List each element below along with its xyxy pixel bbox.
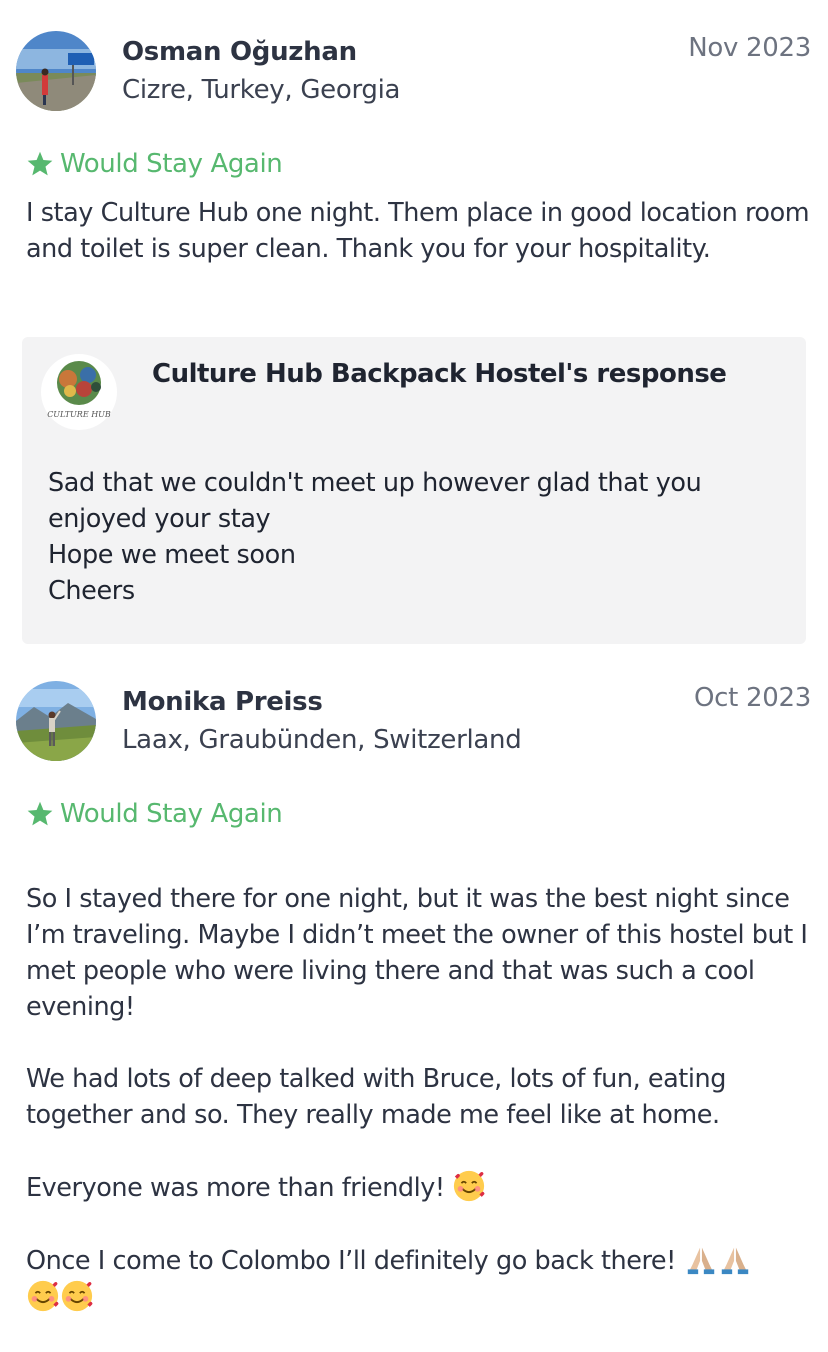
review-text-line: Everyone was more than friendly! <box>26 1173 445 1203</box>
hostel-logo: CULTURE HUB <box>40 353 118 431</box>
review-text: I stay Culture Hub one night. Them place… <box>26 198 810 264</box>
badge-label: Would Stay Again <box>60 149 283 179</box>
star-icon <box>27 151 53 176</box>
review-date: Oct 2023 <box>694 683 811 713</box>
review-text: So I stayed there for one night, but it … <box>26 845 816 1352</box>
reviewer-location: Cizre, Turkey, Georgia <box>122 75 401 105</box>
smiling-face-with-hearts-emoji <box>454 1170 485 1202</box>
would-stay-again-badge: Would Stay Again <box>26 149 283 179</box>
reviewer-avatar[interactable] <box>16 681 96 761</box>
review-text-paragraph: We had lots of deep talked with Bruce, l… <box>26 1064 726 1130</box>
badge-label: Would Stay Again <box>60 799 283 829</box>
reviewer-name[interactable]: Osman Oğuzhan <box>122 37 357 67</box>
star-icon <box>27 801 53 826</box>
response-text: Sad that we couldn't meet up however gla… <box>48 468 702 606</box>
hostel-logo-text: CULTURE HUB <box>47 410 111 419</box>
smiling-face-with-hearts-emoji <box>27 1280 59 1312</box>
owner-response: CULTURE HUB Culture Hub Backpack Hostel'… <box>22 337 806 644</box>
reviewer-avatar[interactable] <box>16 31 96 111</box>
smiling-face-with-hearts-emoji <box>61 1280 93 1312</box>
reviewer-name[interactable]: Monika Preiss <box>122 687 323 717</box>
review-text-paragraph: Everyone was more than friendly! <box>26 1169 816 1206</box>
reviewer-location: Laax, Graubünden, Switzerland <box>122 725 522 755</box>
folded-hands-emoji <box>687 1247 714 1275</box>
review-text-line: Once I come to Colombo I’ll definitely g… <box>26 1246 676 1276</box>
response-title: Culture Hub Backpack Hostel's response <box>152 359 727 389</box>
would-stay-again-badge: Would Stay Again <box>26 799 283 829</box>
review-text-paragraph: Once I come to Colombo I’ll definitely g… <box>26 1242 816 1316</box>
review-card: Osman Oğuzhan Cizre, Turkey, Georgia Nov… <box>0 0 828 660</box>
folded-hands-emoji <box>721 1247 748 1275</box>
review-card: Monika Preiss Laax, Graubünden, Switzerl… <box>0 660 828 1312</box>
review-text-paragraph: So I stayed there for one night, but it … <box>26 884 808 1022</box>
review-date: Nov 2023 <box>688 33 811 63</box>
